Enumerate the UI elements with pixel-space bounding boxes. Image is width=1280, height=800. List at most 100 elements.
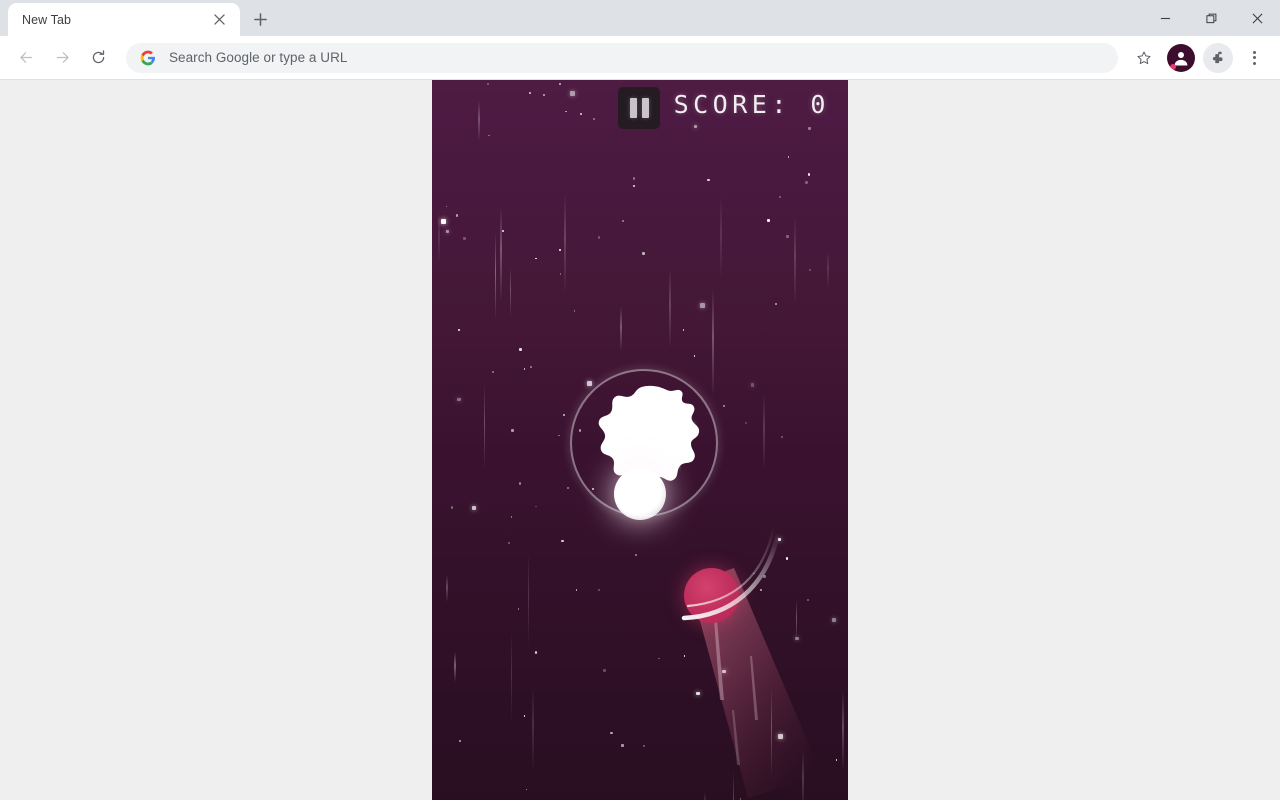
star bbox=[642, 252, 645, 255]
star bbox=[642, 745, 645, 747]
forward-icon[interactable] bbox=[46, 42, 78, 74]
game-hud: SCORE: 0 bbox=[432, 80, 848, 140]
pause-icon-bar-right bbox=[641, 98, 649, 118]
maximize-icon[interactable] bbox=[1188, 0, 1234, 36]
star bbox=[517, 607, 520, 610]
star bbox=[759, 588, 762, 591]
star bbox=[621, 744, 624, 747]
reload-icon[interactable] bbox=[82, 42, 114, 74]
browser-toolbar: Search Google or type a URL bbox=[0, 36, 1280, 80]
close-icon[interactable] bbox=[208, 9, 230, 31]
star bbox=[518, 482, 522, 485]
star-streak bbox=[510, 630, 513, 724]
star bbox=[519, 348, 522, 351]
search-input[interactable]: Search Google or type a URL bbox=[169, 50, 347, 65]
star bbox=[441, 218, 447, 224]
star-streak bbox=[802, 749, 804, 800]
extensions-puzzle-icon[interactable] bbox=[1203, 42, 1233, 73]
star bbox=[633, 184, 635, 187]
star bbox=[808, 268, 811, 272]
star bbox=[807, 598, 809, 601]
star-streak bbox=[532, 686, 534, 773]
star bbox=[525, 788, 528, 791]
star bbox=[707, 178, 710, 182]
pause-button[interactable] bbox=[618, 87, 660, 129]
window-controls bbox=[1142, 0, 1280, 36]
star bbox=[785, 557, 789, 560]
star-streak bbox=[494, 232, 497, 321]
close-window-icon[interactable] bbox=[1234, 0, 1280, 36]
star bbox=[534, 651, 537, 654]
star bbox=[610, 731, 613, 734]
bookmark-star-icon[interactable] bbox=[1129, 43, 1159, 73]
star-streak bbox=[770, 687, 772, 778]
star bbox=[682, 329, 685, 332]
star-streak bbox=[763, 393, 765, 470]
star-streak bbox=[483, 384, 486, 471]
star bbox=[450, 506, 454, 509]
star bbox=[445, 205, 448, 208]
star bbox=[683, 655, 686, 657]
avatar[interactable] bbox=[1167, 43, 1195, 72]
star-streak bbox=[720, 196, 722, 282]
star bbox=[774, 302, 778, 306]
star bbox=[523, 715, 526, 717]
star-streak bbox=[454, 652, 456, 683]
star bbox=[807, 173, 811, 176]
game-canvas[interactable]: SCORE: 0 bbox=[432, 80, 848, 800]
star bbox=[575, 589, 578, 591]
star bbox=[510, 515, 513, 518]
star bbox=[507, 541, 510, 544]
star bbox=[463, 237, 466, 240]
star bbox=[763, 575, 766, 578]
star bbox=[559, 272, 562, 275]
star-streak bbox=[564, 192, 566, 294]
star bbox=[753, 572, 755, 575]
star bbox=[795, 636, 799, 641]
star-streak bbox=[509, 267, 511, 319]
omnibox[interactable]: Search Google or type a URL bbox=[126, 42, 1118, 73]
star-streak bbox=[500, 206, 502, 302]
star-streak bbox=[842, 690, 844, 770]
tab-strip: New Tab bbox=[0, 0, 1280, 36]
star bbox=[457, 397, 461, 402]
star bbox=[535, 257, 538, 260]
star bbox=[459, 739, 461, 742]
tab-title: New Tab bbox=[22, 12, 72, 27]
star-streak bbox=[669, 267, 671, 349]
comet bbox=[684, 568, 739, 623]
star bbox=[779, 195, 781, 198]
star bbox=[559, 249, 561, 252]
star bbox=[523, 368, 526, 370]
star bbox=[745, 422, 747, 424]
minimize-icon[interactable] bbox=[1142, 0, 1188, 36]
chrome-menu-icon[interactable] bbox=[1239, 43, 1269, 73]
back-icon[interactable] bbox=[10, 42, 42, 74]
star bbox=[832, 618, 836, 622]
star bbox=[805, 181, 808, 184]
star bbox=[696, 691, 700, 696]
star bbox=[693, 355, 696, 358]
star-streak bbox=[620, 306, 622, 351]
star bbox=[603, 669, 606, 672]
star bbox=[722, 669, 726, 674]
star bbox=[501, 229, 505, 233]
player-ball bbox=[614, 468, 666, 520]
star bbox=[455, 214, 459, 217]
star bbox=[597, 236, 601, 239]
star bbox=[445, 229, 450, 234]
star-streak bbox=[827, 251, 829, 290]
star-streak bbox=[438, 211, 440, 264]
star bbox=[787, 156, 790, 158]
profile-badge-dot bbox=[1170, 63, 1176, 70]
star bbox=[835, 758, 838, 761]
star bbox=[777, 734, 783, 740]
new-tab-button[interactable] bbox=[246, 5, 274, 33]
star bbox=[511, 429, 514, 432]
star-streak bbox=[704, 791, 706, 800]
page-viewport: SCORE: 0 bbox=[0, 80, 1280, 800]
star bbox=[529, 366, 532, 369]
star bbox=[597, 588, 601, 592]
star bbox=[635, 554, 638, 556]
tab-new-tab[interactable]: New Tab bbox=[8, 3, 240, 36]
